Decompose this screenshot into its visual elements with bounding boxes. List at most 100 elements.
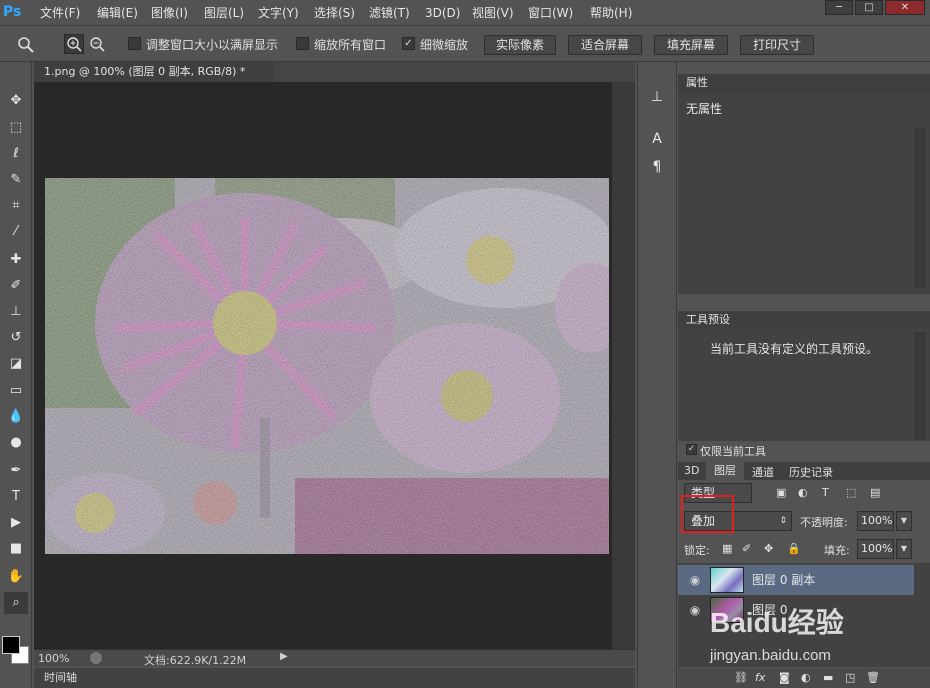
zoom-level[interactable]: 100% <box>38 652 69 665</box>
zoom-tool-icon[interactable] <box>16 35 38 53</box>
opacity-dropdown-icon[interactable]: ▼ <box>896 511 912 531</box>
filter-pixel-icon[interactable]: ▣ <box>776 486 786 499</box>
opacity-label: 不透明度: <box>800 516 848 529</box>
dodge-tool-icon[interactable]: ● <box>4 432 28 454</box>
layer-row[interactable]: ◉ 图层 0 副本 <box>678 565 914 595</box>
tool-presets-title[interactable]: 工具预设 <box>678 311 930 329</box>
scrubby-zoom-label: 细微缩放 <box>420 38 469 52</box>
fill-label: 填充: <box>824 544 850 557</box>
print-size-button[interactable]: 打印尺寸 <box>740 35 814 55</box>
timeline-panel: 时间轴 <box>34 668 635 688</box>
shape-tool-icon[interactable]: ■ <box>4 538 28 560</box>
menu-select[interactable]: 选择(S) <box>314 4 355 22</box>
photoshop-logo: Ps <box>3 4 22 20</box>
zoom-in-icon[interactable] <box>64 34 84 54</box>
baidu-watermark: Baidu经验 jingyan.baidu.com <box>710 601 920 681</box>
vertical-scrollbar[interactable] <box>612 82 635 649</box>
eraser-tool-icon[interactable]: ◪ <box>4 353 28 375</box>
current-tool-only-checkbox[interactable]: ✓ <box>686 444 697 455</box>
menu-view[interactable]: 视图(V) <box>472 4 514 22</box>
tab-history[interactable]: 历史记录 <box>789 464 833 480</box>
gradient-tool-icon[interactable]: ▭ <box>4 380 28 402</box>
tab-layers[interactable]: 图层 <box>706 462 744 480</box>
lock-label: 锁定: <box>684 544 710 557</box>
move-tool-icon[interactable]: ✥ <box>4 90 28 112</box>
paragraph-panel-icon[interactable]: ¶ <box>645 156 669 178</box>
document-size: 文档:622.9K/1.22M <box>144 654 247 667</box>
close-button[interactable]: ✕ <box>885 0 925 15</box>
zoom-tool-icon[interactable]: ⌕ <box>4 592 28 614</box>
lasso-tool-icon[interactable]: ℓ <box>4 143 28 165</box>
properties-scrollbar[interactable] <box>914 128 926 288</box>
menu-3d[interactable]: 3D(D) <box>425 4 460 22</box>
pen-tool-icon[interactable]: ✒ <box>4 460 28 482</box>
tool-presets-body: 当前工具没有定义的工具预设。 <box>710 342 879 356</box>
watermark-brand: Baidu经验 <box>710 607 844 638</box>
zoom-out-icon[interactable] <box>88 35 108 55</box>
scrubby-zoom-checkbox[interactable]: ✓ <box>402 37 415 50</box>
history-brush-icon[interactable]: ↺ <box>4 327 28 349</box>
status-bar: 100% 文档:622.9K/1.22M ▶ <box>34 649 635 667</box>
tab-3d[interactable]: 3D <box>684 464 699 477</box>
fill-screen-button[interactable]: 填充屏幕 <box>654 35 728 55</box>
resize-windows-checkbox[interactable] <box>128 37 141 50</box>
opacity-input[interactable]: 100% <box>857 511 894 531</box>
tab-channels[interactable]: 通道 <box>752 464 774 480</box>
tool-presets-scrollbar[interactable] <box>914 332 926 440</box>
filter-shape-icon[interactable]: ⬚ <box>846 486 856 499</box>
maximize-button[interactable]: □ <box>855 0 883 15</box>
timeline-label[interactable]: 时间轴 <box>34 671 77 684</box>
layer-thumbnail <box>710 567 744 593</box>
quick-select-tool-icon[interactable]: ✎ <box>4 169 28 191</box>
layer-name[interactable]: 图层 0 副本 <box>752 565 815 595</box>
blur-tool-icon[interactable]: 💧 <box>4 406 28 428</box>
menu-type[interactable]: 文字(Y) <box>258 4 299 22</box>
menu-help[interactable]: 帮助(H) <box>590 4 632 22</box>
crop-tool-icon[interactable]: ⌗ <box>4 195 28 217</box>
lock-position-icon[interactable]: ✥ <box>764 542 773 555</box>
brush-tool-icon[interactable]: ✐ <box>4 275 28 297</box>
properties-title[interactable]: 属性 <box>678 74 930 92</box>
minimize-button[interactable]: ─ <box>825 0 853 15</box>
path-select-icon[interactable]: ▶ <box>4 512 28 534</box>
properties-body: 无属性 <box>686 102 723 116</box>
fill-input[interactable]: 100% <box>857 539 894 559</box>
menu-layer[interactable]: 图层(L) <box>204 4 244 22</box>
zoom-all-checkbox[interactable] <box>296 37 309 50</box>
filter-adjustment-icon[interactable]: ◐ <box>798 486 808 499</box>
highlight-annotation-box <box>681 495 734 533</box>
filter-type-icon[interactable]: T <box>822 486 829 499</box>
fit-screen-button[interactable]: 适合屏幕 <box>568 35 642 55</box>
eyedropper-tool-icon[interactable]: ⁄ <box>4 221 28 243</box>
clone-stamp-icon[interactable]: ⊥ <box>4 301 28 323</box>
visibility-eye-icon[interactable]: ◉ <box>686 571 704 589</box>
status-menu-arrow-icon[interactable]: ▶ <box>280 651 288 662</box>
healing-brush-icon[interactable]: ✚ <box>4 249 28 271</box>
marquee-tool-icon[interactable]: ⬚ <box>4 117 28 139</box>
menubar <box>0 0 930 26</box>
lock-all-icon[interactable]: 🔒 <box>787 542 801 555</box>
actual-pixels-button[interactable]: 实际像素 <box>484 35 556 55</box>
current-tool-only-label: 仅限当前工具 <box>700 445 766 458</box>
type-tool-icon[interactable]: T <box>4 486 28 508</box>
filter-smart-object-icon[interactable]: ▤ <box>870 486 880 499</box>
watermark-url: jingyan.baidu.com <box>710 647 831 664</box>
menu-file[interactable]: 文件(F) <box>40 4 80 22</box>
character-panel-icon[interactable]: A <box>645 128 669 150</box>
document-tab[interactable]: 1.png @ 100% (图层 0 副本, RGB/8) * <box>34 62 274 82</box>
fill-dropdown-icon[interactable]: ▼ <box>896 539 912 559</box>
foreground-color-swatch-top[interactable] <box>2 636 20 654</box>
clone-source-icon[interactable]: ⊥ <box>645 86 669 108</box>
visibility-eye-icon[interactable]: ◉ <box>686 601 704 619</box>
properties-panel <box>678 92 930 294</box>
hand-tool-icon[interactable]: ✋ <box>4 566 28 588</box>
lock-paint-icon[interactable]: ✐ <box>742 542 751 555</box>
menu-filter[interactable]: 滤镜(T) <box>369 4 410 22</box>
chevron-updown-icon: ⇕ <box>779 516 787 526</box>
resize-windows-label: 调整窗口大小以满屏显示 <box>146 38 279 52</box>
menu-window[interactable]: 窗口(W) <box>528 4 573 22</box>
menu-edit[interactable]: 编辑(E) <box>97 4 138 22</box>
status-info-icon[interactable] <box>90 652 102 664</box>
lock-transparent-icon[interactable]: ▦ <box>722 542 732 555</box>
menu-image[interactable]: 图像(I) <box>151 4 188 22</box>
